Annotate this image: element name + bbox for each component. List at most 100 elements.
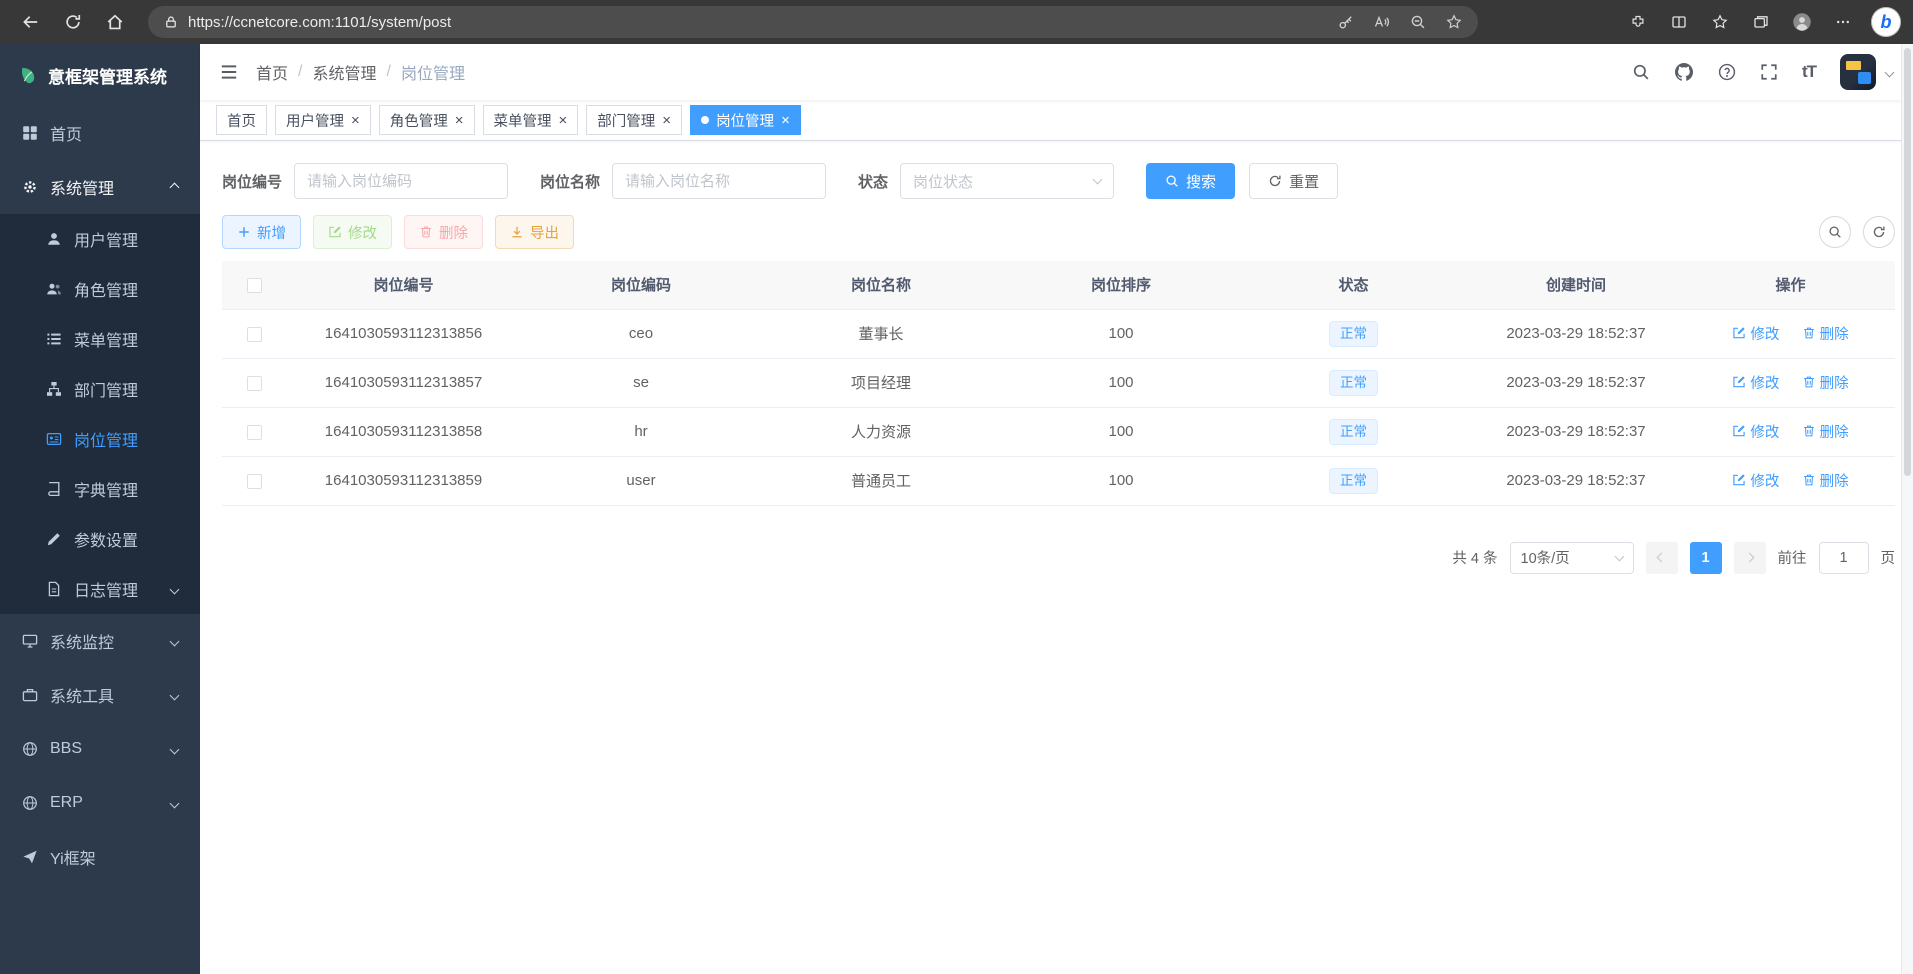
top-navbar: 首页 / 系统管理 / 岗位管理 tT — [200, 44, 1913, 100]
row-delete-label: 删除 — [1820, 470, 1849, 491]
next-page-button[interactable] — [1734, 542, 1766, 574]
prev-page-button[interactable] — [1646, 542, 1678, 574]
tab-dept-management[interactable]: 部门管理 × — [586, 105, 682, 135]
password-key-icon[interactable] — [1338, 14, 1354, 30]
split-screen-button[interactable] — [1660, 5, 1698, 39]
tab-home[interactable]: 首页 — [216, 105, 267, 135]
sidebar-item-home[interactable]: 首页 — [0, 106, 200, 160]
sidebar-item-bbs[interactable]: BBS — [0, 722, 200, 776]
goto-page-input[interactable] — [1819, 542, 1869, 574]
cell-created: 2023-03-29 18:52:37 — [1466, 309, 1686, 358]
table-row: 1641030593112313859 user 普通员工 100 正常 202… — [222, 456, 1895, 505]
add-button[interactable]: 新增 — [222, 215, 301, 249]
address-bar[interactable]: https://ccnetcore.com:1101/system/post — [148, 6, 1478, 38]
extensions-button[interactable] — [1619, 5, 1657, 39]
add-favorite-icon[interactable] — [1446, 14, 1462, 30]
chevron-down-icon — [1614, 551, 1624, 561]
org-tree-icon — [46, 381, 62, 397]
font-size-button[interactable]: tT — [1802, 62, 1816, 82]
browser-refresh-button[interactable] — [54, 5, 92, 39]
sidebar-item-log-management[interactable]: 日志管理 — [0, 564, 200, 614]
sidebar-item-user-management[interactable]: 用户管理 — [0, 214, 200, 264]
cell-post-code: ceo — [521, 309, 761, 358]
row-checkbox[interactable] — [247, 376, 262, 391]
row-edit-button[interactable]: 修改 — [1732, 470, 1779, 491]
zoom-icon[interactable] — [1410, 14, 1426, 30]
sidebar-item-system-management[interactable]: 系统管理 — [0, 160, 200, 214]
url-text[interactable]: https://ccnetcore.com:1101/system/post — [188, 14, 1328, 31]
bing-copilot-button[interactable]: b — [1871, 7, 1901, 37]
sidebar-item-dict-management[interactable]: 字典管理 — [0, 464, 200, 514]
table-row: 1641030593112313856 ceo 董事长 100 正常 2023-… — [222, 309, 1895, 358]
sidebar-toggle-button[interactable] — [220, 63, 238, 81]
sidebar-item-yi-framework[interactable]: Yi框架 — [0, 830, 200, 884]
row-edit-button[interactable]: 修改 — [1732, 372, 1779, 393]
row-edit-button[interactable]: 修改 — [1732, 421, 1779, 442]
row-checkbox[interactable] — [247, 425, 262, 440]
browser-profile-button[interactable] — [1783, 5, 1821, 39]
post-name-input[interactable] — [612, 163, 826, 199]
post-table: 岗位编号 岗位编码 岗位名称 岗位排序 状态 创建时间 操作 164103059… — [222, 261, 1895, 506]
tab-menu-management[interactable]: 菜单管理 × — [483, 105, 579, 135]
header-select — [222, 261, 286, 309]
row-delete-button[interactable]: 删除 — [1802, 372, 1849, 393]
avatar-dropdown-caret-icon[interactable] — [1885, 67, 1895, 77]
tab-close-icon[interactable]: × — [455, 113, 464, 128]
chevron-down-icon — [170, 690, 180, 700]
row-checkbox[interactable] — [247, 327, 262, 342]
search-button[interactable]: 搜索 — [1146, 163, 1235, 199]
fullscreen-button[interactable] — [1760, 63, 1778, 81]
page-number-button[interactable]: 1 — [1690, 542, 1722, 574]
export-button[interactable]: 导出 — [495, 215, 574, 249]
tab-user-management[interactable]: 用户管理 × — [275, 105, 371, 135]
vertical-scrollbar[interactable] — [1901, 44, 1913, 974]
status-select[interactable]: 岗位状态 — [900, 163, 1114, 199]
cell-created: 2023-03-29 18:52:37 — [1466, 407, 1686, 456]
post-id-input[interactable] — [294, 163, 508, 199]
browser-back-button[interactable] — [12, 5, 50, 39]
tab-close-icon[interactable]: × — [781, 113, 790, 128]
row-delete-button[interactable]: 删除 — [1802, 421, 1849, 442]
tab-close-icon[interactable]: × — [351, 113, 360, 128]
page-content: 岗位编号 岗位名称 状态 岗位状态 搜索 — [200, 141, 1913, 974]
page-size-select[interactable]: 10条/页 — [1510, 542, 1634, 574]
collections-button[interactable] — [1742, 5, 1780, 39]
sidebar-item-erp[interactable]: ERP — [0, 776, 200, 830]
breadcrumb-home[interactable]: 首页 — [256, 60, 288, 84]
browser-home-button[interactable] — [96, 5, 134, 39]
sidebar-item-system-tools[interactable]: 系统工具 — [0, 668, 200, 722]
scrollbar-thumb[interactable] — [1904, 48, 1911, 476]
user-avatar[interactable] — [1840, 54, 1876, 90]
sidebar-item-system-monitor[interactable]: 系统监控 — [0, 614, 200, 668]
row-edit-button[interactable]: 修改 — [1732, 323, 1779, 344]
favorites-button[interactable] — [1701, 5, 1739, 39]
help-button[interactable] — [1718, 63, 1736, 81]
tab-role-management[interactable]: 角色管理 × — [379, 105, 475, 135]
refresh-table-button[interactable] — [1863, 216, 1895, 248]
cell-post-sort: 100 — [1001, 309, 1241, 358]
tab-post-management[interactable]: 岗位管理 × — [690, 105, 801, 135]
tab-close-icon[interactable]: × — [662, 113, 671, 128]
sidebar-item-menu-management[interactable]: 菜单管理 — [0, 314, 200, 364]
browser-menu-button[interactable] — [1824, 5, 1862, 39]
edit-button[interactable]: 修改 — [313, 215, 392, 249]
row-checkbox[interactable] — [247, 474, 262, 489]
app-logo[interactable]: 意框架管理系统 — [0, 44, 200, 106]
select-all-checkbox[interactable] — [247, 278, 262, 293]
sidebar-item-dept-management[interactable]: 部门管理 — [0, 364, 200, 414]
breadcrumb-system-management[interactable]: 系统管理 — [312, 60, 376, 84]
delete-button[interactable]: 删除 — [404, 215, 483, 249]
sidebar-item-role-management[interactable]: 角色管理 — [0, 264, 200, 314]
github-button[interactable] — [1674, 62, 1694, 82]
read-aloud-icon[interactable] — [1374, 14, 1390, 30]
row-delete-button[interactable]: 删除 — [1802, 470, 1849, 491]
user-icon — [46, 231, 62, 247]
show-search-toggle-button[interactable] — [1819, 216, 1851, 248]
sidebar-item-post-management[interactable]: 岗位管理 — [0, 414, 200, 464]
more-icon — [1835, 14, 1851, 30]
sidebar-item-param-settings[interactable]: 参数设置 — [0, 514, 200, 564]
reset-button[interactable]: 重置 — [1249, 163, 1338, 199]
tab-close-icon[interactable]: × — [559, 113, 568, 128]
row-delete-button[interactable]: 删除 — [1802, 323, 1849, 344]
header-search-button[interactable] — [1632, 63, 1650, 81]
